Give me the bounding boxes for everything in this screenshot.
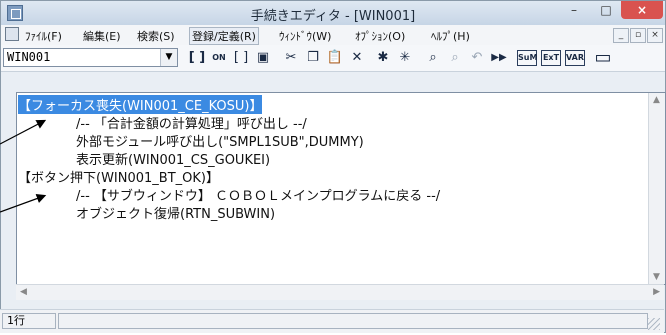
- arrow-icon: [0, 119, 47, 145]
- annotation-arrows: [0, 119, 47, 213]
- arrow-icon: [0, 193, 47, 213]
